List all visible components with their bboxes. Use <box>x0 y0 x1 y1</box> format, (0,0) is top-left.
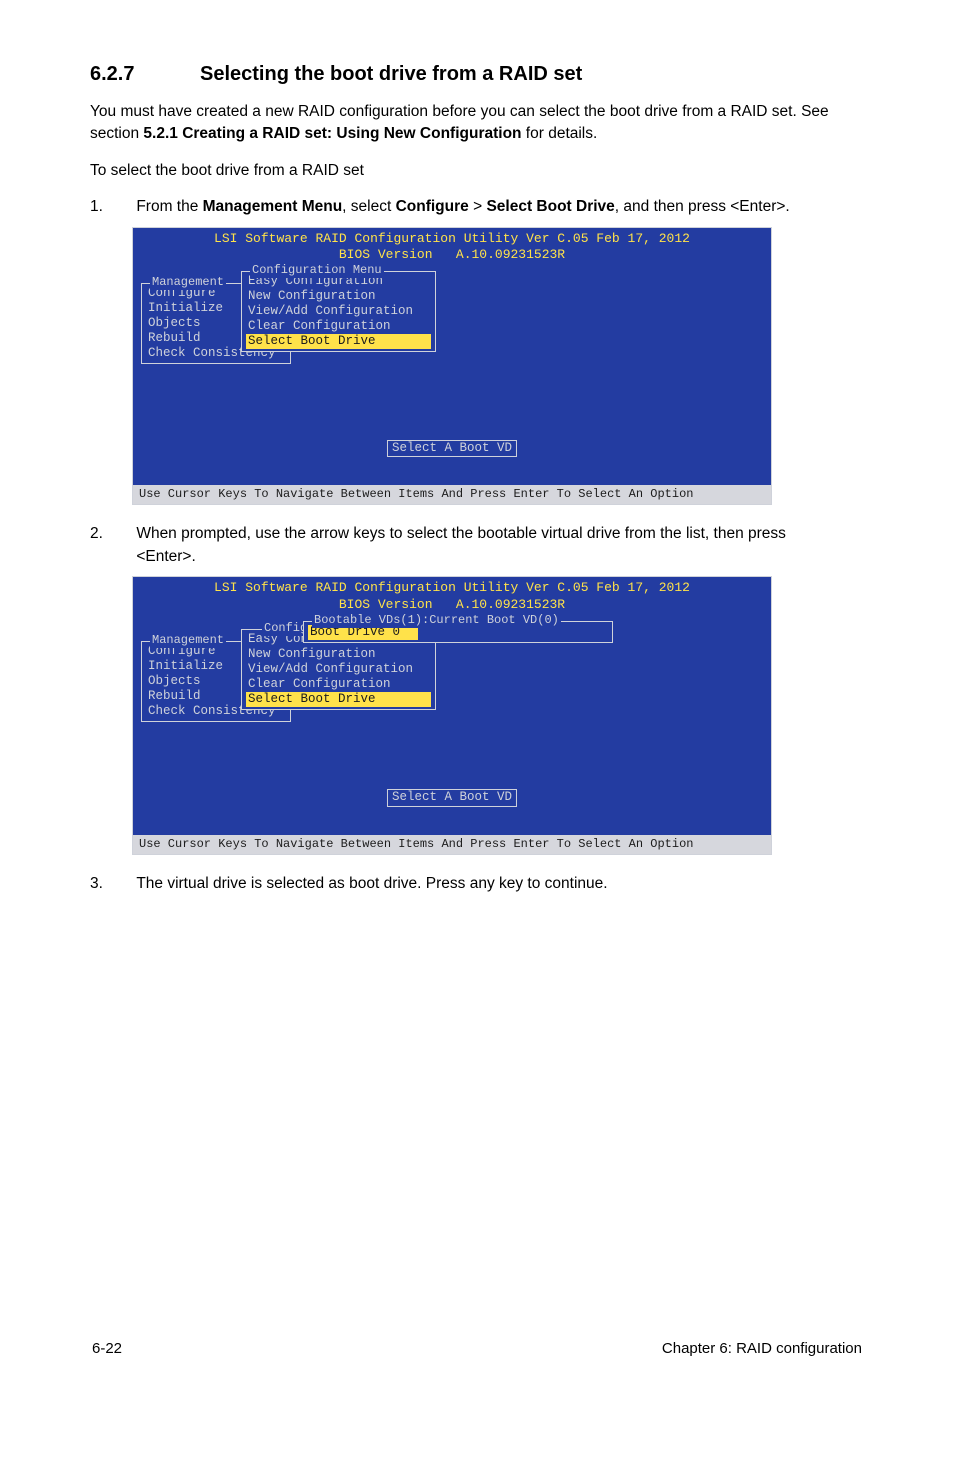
bios2-bootable-title: Bootable VDs(1):Current Boot VD(0) <box>312 613 561 628</box>
footer-chapter: Chapter 6: RAID configuration <box>662 1338 862 1360</box>
step-2-number: 2. <box>90 523 132 545</box>
bios1-bottom-box: Select A Boot VD <box>387 440 517 458</box>
intro-paragraph-2: To select the boot drive from a RAID set <box>90 160 864 182</box>
page-footer: 6-22 Chapter 6: RAID configuration <box>90 1338 864 1360</box>
step-1: 1. From the Management Menu, select Conf… <box>90 196 864 505</box>
bios1-management-title: Management <box>150 275 226 290</box>
bios1-cfg-item: View/Add Configuration <box>246 304 431 319</box>
bios1-cfg-item: New Configuration <box>246 289 431 304</box>
section-title-text: Selecting the boot drive from a RAID set <box>200 63 582 85</box>
bios1-cfg-item: Clear Configuration <box>246 319 431 334</box>
section-heading: 6.2.7Selecting the boot drive from a RAI… <box>90 60 864 89</box>
step-3-number: 3. <box>90 873 132 895</box>
bios1-configuration-menu: Configuration Menu Easy Configuration Ne… <box>241 271 436 352</box>
bios1-config-title: Configuration Menu <box>250 263 384 278</box>
intro-cross-ref: 5.2.1 Creating a RAID set: Using New Con… <box>143 125 521 142</box>
intro-paragraph-1: You must have created a new RAID configu… <box>90 101 864 146</box>
bios2-management-title: Management <box>150 633 226 648</box>
bios2-bottom-box: Select A Boot VD <box>387 789 517 807</box>
step-2: 2. When prompted, use the arrow keys to … <box>90 523 864 854</box>
footer-page-number: 6-22 <box>92 1338 122 1360</box>
bios2-cfg-item-selected: Select Boot Drive <box>246 692 431 707</box>
bios2-help-bar: Use Cursor Keys To Navigate Between Item… <box>133 835 771 854</box>
bios1-help-bar: Use Cursor Keys To Navigate Between Item… <box>133 485 771 504</box>
bios1-cfg-item-selected: Select Boot Drive <box>246 334 431 349</box>
step-1-text: From the Management Menu, select Configu… <box>136 196 836 218</box>
bios1-header: LSI Software RAID Configuration Utility … <box>133 228 771 266</box>
bios2-cfg-item: New Configuration <box>246 647 431 662</box>
step-1-number: 1. <box>90 196 132 218</box>
bios2-header: LSI Software RAID Configuration Utility … <box>133 577 771 615</box>
step-3: 3. The virtual drive is selected as boot… <box>90 873 864 895</box>
step-3-text: The virtual drive is selected as boot dr… <box>136 873 836 895</box>
step-2-text: When prompted, use the arrow keys to sel… <box>136 523 836 568</box>
bios2-cfg-item: Clear Configuration <box>246 677 431 692</box>
bios-screenshot-2: LSI Software RAID Configuration Utility … <box>132 576 772 855</box>
bios-screenshot-1: LSI Software RAID Configuration Utility … <box>132 227 772 506</box>
bios2-bootable-vds-box: Bootable VDs(1):Current Boot VD(0) Boot … <box>303 621 613 643</box>
bios2-cfg-item: View/Add Configuration <box>246 662 431 677</box>
section-number: 6.2.7 <box>90 60 200 89</box>
